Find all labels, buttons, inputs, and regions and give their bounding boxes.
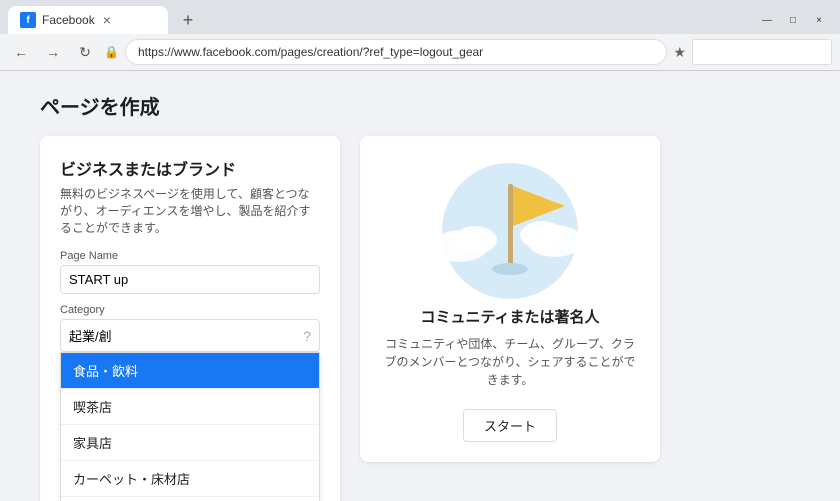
lock-icon: 🔒: [104, 45, 119, 59]
cards-container: ビジネスまたはブランド 無料のビジネスページを使用して、顧客とつながり、オーディ…: [40, 136, 800, 501]
category-field[interactable]: 起業/創 ?: [60, 319, 320, 352]
minimize-button[interactable]: —: [758, 11, 776, 29]
category-dropdown: 食品・飲料 喫茶店 家具店 カーペット・床材店 精肉店 朝食・ブランチ専門店 書…: [60, 352, 320, 501]
restore-button[interactable]: □: [784, 11, 802, 29]
tab-bar: f Facebook × + — □ ×: [0, 0, 840, 34]
dropdown-item-cafe[interactable]: 喫茶店: [61, 389, 319, 425]
card-description: 無料のビジネスページを使用して、顧客とつながり、オーディエンスを増やし、製品を紹…: [60, 186, 320, 236]
tab-favicon: f: [20, 12, 36, 28]
flag-illustration: [420, 156, 600, 306]
category-help-icon[interactable]: ?: [303, 328, 311, 344]
right-card-title: コミュニティまたは著名人: [420, 306, 599, 327]
dropdown-item-food[interactable]: 食品・飲料: [61, 353, 319, 389]
page-name-input[interactable]: [60, 265, 320, 294]
active-tab[interactable]: f Facebook ×: [8, 6, 168, 34]
window-controls: — □ ×: [758, 11, 832, 29]
close-button[interactable]: ×: [810, 11, 828, 29]
start-button[interactable]: スタート: [463, 409, 557, 442]
business-brand-card: ビジネスまたはブランド 無料のビジネスページを使用して、顧客とつながり、オーディ…: [40, 136, 340, 501]
back-button[interactable]: ←: [8, 39, 34, 65]
forward-button[interactable]: →: [40, 39, 66, 65]
address-bar-row: ← → ↻ 🔒 ★: [0, 34, 840, 70]
bookmark-icon[interactable]: ★: [673, 44, 686, 61]
address-input[interactable]: [125, 39, 667, 65]
right-card-desc: コミュニティや団体、チーム、グループ、クラブのメンバーとつながり、シェアすること…: [380, 335, 640, 389]
tab-close-button[interactable]: ×: [103, 12, 111, 28]
new-tab-button[interactable]: +: [176, 8, 200, 32]
tab-label: Facebook: [42, 13, 95, 27]
page-title: ページを作成: [40, 91, 800, 120]
community-card: コミュニティまたは著名人 コミュニティや団体、チーム、グループ、クラブのメンバー…: [360, 136, 660, 462]
dropdown-item-carpet[interactable]: カーペット・床材店: [61, 461, 319, 497]
dropdown-item-butcher[interactable]: 精肉店: [61, 497, 319, 501]
card-title: ビジネスまたはブランド: [60, 156, 320, 180]
refresh-button[interactable]: ↻: [72, 39, 98, 65]
dropdown-item-furniture[interactable]: 家具店: [61, 425, 319, 461]
category-value: 起業/創: [69, 326, 112, 345]
browser-chrome: f Facebook × + — □ × ← → ↻ 🔒 ★: [0, 0, 840, 71]
browser-search-box[interactable]: [692, 39, 832, 65]
category-label: Category: [60, 304, 320, 316]
page-name-label: Page Name: [60, 250, 320, 262]
page-content: ページを作成 ビジネスまたはブランド 無料のビジネスページを使用して、顧客とつな…: [0, 71, 840, 501]
